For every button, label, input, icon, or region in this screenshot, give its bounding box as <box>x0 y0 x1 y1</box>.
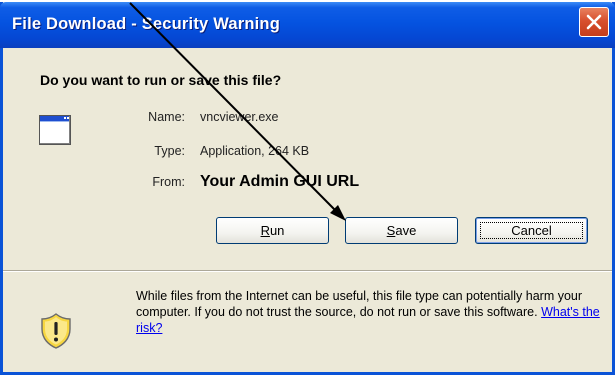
window-title: File Download - Security Warning <box>12 15 280 33</box>
cancel-button[interactable]: Cancel <box>475 217 588 244</box>
file-type-value: Application, 264 KB <box>200 144 310 158</box>
type-label: Type: <box>154 144 185 158</box>
file-name-value: vncviewer.exe <box>200 110 279 124</box>
save-button[interactable]: Save <box>345 217 458 244</box>
warning-message: While files from the Internet can be use… <box>136 289 583 319</box>
from-label: From: <box>152 175 185 189</box>
security-warning-text: While files from the Internet can be use… <box>136 288 606 336</box>
dialog-question: Do you want to run or save this file? <box>40 72 282 88</box>
application-window-icon <box>39 115 71 145</box>
file-source-value: Your Admin GUI URL <box>200 173 360 190</box>
save-label-rest: ave <box>395 223 417 238</box>
close-icon <box>586 14 602 30</box>
security-shield-icon <box>41 313 71 349</box>
run-button[interactable]: Run <box>216 217 329 244</box>
run-accelerator: R <box>260 223 270 238</box>
section-divider <box>3 270 612 272</box>
close-button[interactable] <box>579 7 609 37</box>
name-label: Name: <box>148 110 185 124</box>
run-label-rest: un <box>269 223 285 238</box>
file-download-dialog: File Download - Security Warning Do you … <box>0 2 615 375</box>
dialog-content: Do you want to run or save this file? Na… <box>3 48 612 372</box>
title-bar[interactable]: File Download - Security Warning <box>0 2 615 48</box>
